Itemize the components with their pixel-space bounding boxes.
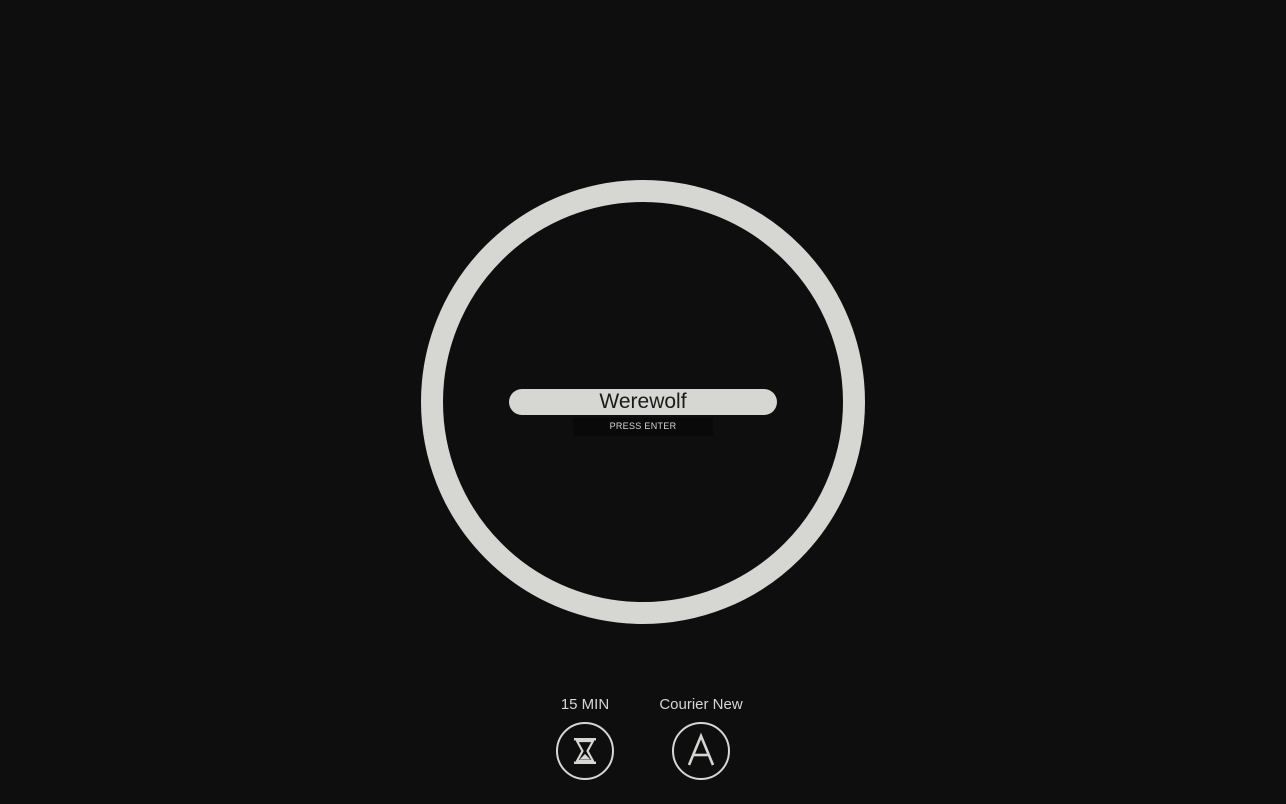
timer-label: 15 MIN	[560, 696, 610, 713]
app-stage: PRESS ENTER 15 MIN Courier New	[0, 0, 1286, 804]
letter-a-icon	[687, 732, 715, 766]
hourglass-icon	[574, 738, 596, 764]
timer-control: 15 MIN	[525, 694, 645, 780]
font-button[interactable]	[672, 722, 730, 780]
title-input[interactable]	[509, 389, 777, 415]
font-control: Courier New	[641, 694, 761, 780]
timer-button[interactable]	[556, 722, 614, 780]
press-enter-hint: PRESS ENTER	[573, 418, 713, 436]
font-label: Courier New	[659, 696, 743, 713]
